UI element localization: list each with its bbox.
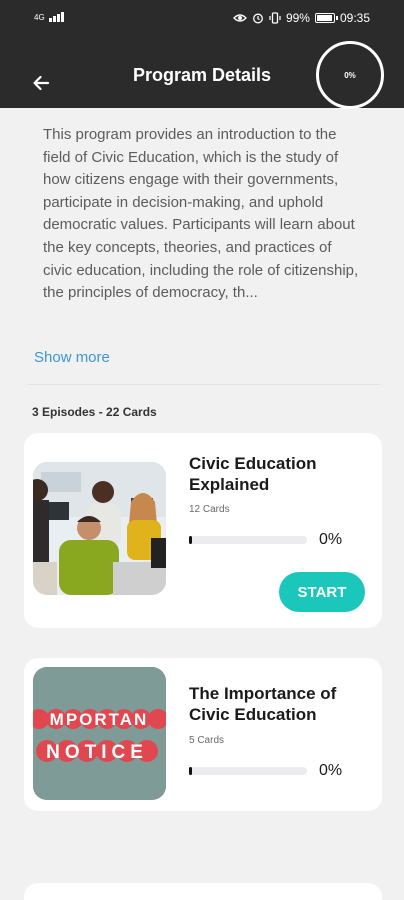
- episode-progress-label: 0%: [319, 531, 343, 548]
- important-notice-photo: MPORTAN NOTICE: [33, 667, 166, 800]
- episode-card[interactable]: MPORTAN NOTICE The Importance of Civic E…: [24, 658, 382, 811]
- battery-icon: [314, 13, 338, 23]
- program-progress-ring: 0%: [316, 41, 384, 109]
- episode-card[interactable]: Civic Education Explained 12 Cards 0% ST…: [24, 433, 382, 628]
- episode-progress-fill: [189, 536, 192, 544]
- episode-progress-fill: [189, 767, 192, 775]
- battery-percent: 99%: [285, 11, 310, 25]
- alarm-icon: [252, 13, 263, 24]
- episode-progress-label: 0%: [319, 762, 343, 779]
- notice-line-2: NOTICE: [46, 742, 148, 763]
- start-button[interactable]: START: [279, 572, 365, 612]
- signal-icon: [48, 12, 64, 22]
- students-at-computer-photo: [33, 462, 166, 595]
- signal-indicator: 4G: [34, 12, 64, 22]
- notice-line-1: MPORTAN: [50, 710, 149, 729]
- network-type-label: 4G: [34, 13, 45, 22]
- episode-progress-bar: [189, 536, 307, 544]
- show-more-link[interactable]: Show more: [34, 349, 110, 366]
- episode-card-count: 5 Cards: [189, 735, 225, 746]
- status-bar: 4G 99% 09:35: [0, 0, 404, 38]
- eye-icon: [232, 14, 247, 22]
- episode-progress-bar: [189, 767, 307, 775]
- status-icons: 99% 09:35: [232, 11, 370, 25]
- divider: [28, 384, 380, 385]
- program-progress-label: 0%: [344, 70, 356, 80]
- episode-card-count: 12 Cards: [189, 504, 230, 515]
- app-bar: Program Details 0%: [0, 38, 404, 109]
- episode-card[interactable]: [24, 883, 382, 900]
- vibrate-icon: [269, 12, 281, 24]
- episode-title: Civic Education Explained: [189, 454, 317, 494]
- episode-title: The Importance of Civic Education: [189, 684, 337, 724]
- clock: 09:35: [339, 11, 370, 25]
- episodes-summary: 3 Episodes - 22 Cards: [32, 405, 157, 419]
- program-description: This program provides an introduction to…: [43, 126, 359, 302]
